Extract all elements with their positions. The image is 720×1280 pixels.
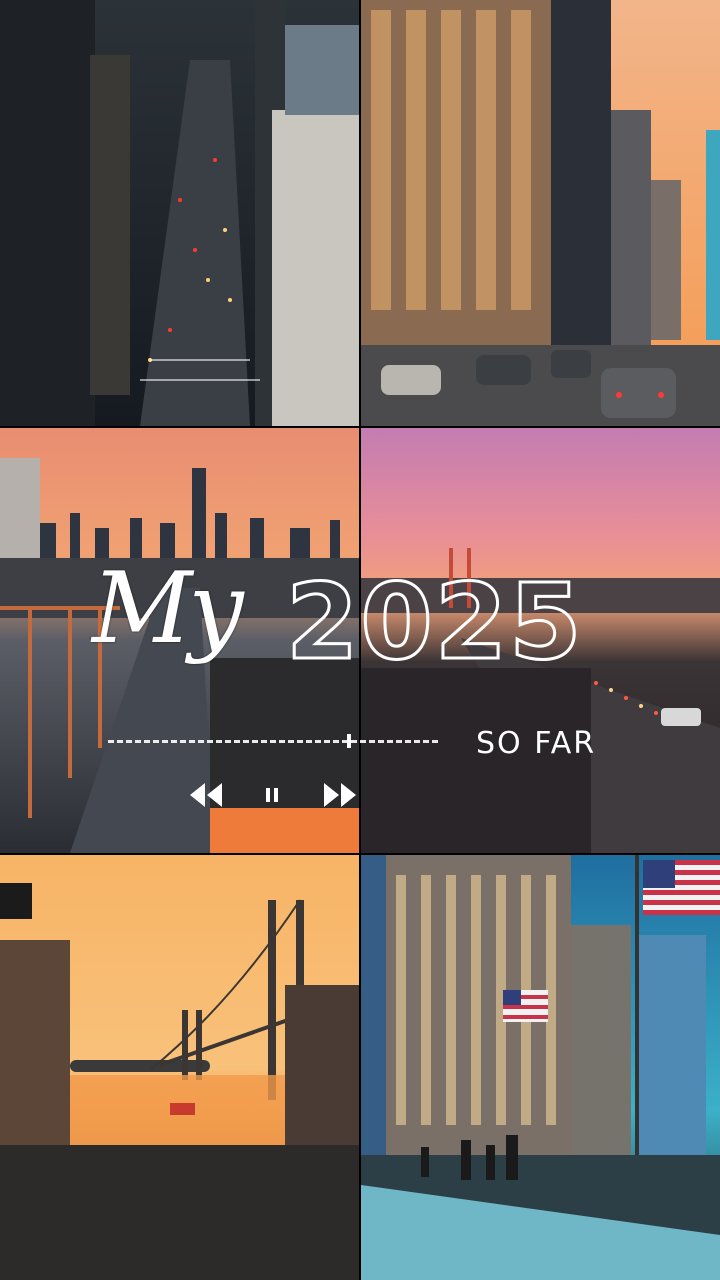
photo-downtown-street [361,0,720,426]
photo-riverwalk-flags [361,855,720,1280]
playback-controls [188,780,358,810]
photo-skyline-el-train [0,428,359,853]
pause-icon[interactable] [264,780,280,810]
photo-collage [0,0,720,1280]
fast-forward-icon[interactable] [322,780,358,810]
rewind-icon[interactable] [188,780,224,810]
photo-bridge-twilight [361,428,720,853]
photo-bay-bridge-sunset [0,855,359,1280]
photo-aerial-street [0,0,359,426]
